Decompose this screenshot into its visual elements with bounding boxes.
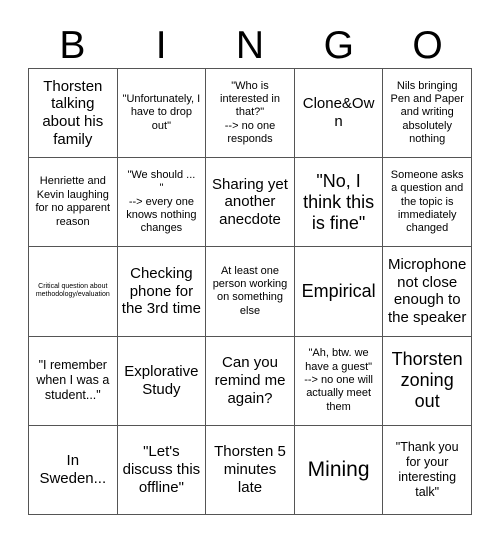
bingo-cell-label: "I remember when I was a student..." [36,358,110,403]
bingo-cell-r2c1[interactable]: Henriette and Kevin laughing for no appa… [29,158,118,248]
bingo-cell-label: "No, I think this is fine" [303,170,375,233]
bingo-cell-r1c1[interactable]: Thorsten talking about his family [29,69,118,159]
bingo-cell-r5c5[interactable]: "Thank you for your interesting talk" [383,425,472,515]
bingo-grid: Thorsten talking about his family "Unfort… [28,68,472,515]
bingo-cell-label: Explorative Study [124,363,199,398]
bingo-cell-r5c3[interactable]: Thorsten 5 minutes late [206,425,295,515]
bingo-cell-r2c3[interactable]: Sharing yet another anecdote [206,158,295,248]
bingo-cell-r1c5[interactable]: Nils bringing Pen and Paper and writing … [383,69,472,159]
bingo-cell-label: "Unfortunately, I have to drop out" [122,92,201,132]
bingo-cell-r4c3[interactable]: Can you remind me again? [206,336,295,426]
bingo-cell-label: In Sweden... [39,452,107,487]
bingo-cell-r5c4[interactable]: Mining [294,425,384,515]
bingo-cell-r5c2[interactable]: "Let's discuss this offline" [117,425,207,515]
bingo-card: B I N G O Thorsten talking about his fam… [0,0,500,544]
bingo-cell-label: Thorsten talking about his family [42,77,104,148]
bingo-cell-label: Someone asks a question and the topic is… [390,168,464,235]
bingo-cell-label: Checking phone for the 3rd time [121,264,201,318]
bingo-letter-n: N [235,23,265,67]
bingo-cell-r5c1[interactable]: In Sweden... [29,425,118,515]
bingo-cell-label: "Let's discuss this offline" [122,443,201,496]
bingo-cell-r1c2[interactable]: "Unfortunately, I have to drop out" [117,69,207,159]
bingo-header: B I N G O [28,22,472,68]
bingo-cell-r4c5[interactable]: Thorsten zoning out [383,336,472,426]
bingo-cell-label: Clone&Own [302,95,375,131]
bingo-cell-r3c3[interactable]: At least one person working on something… [206,247,295,337]
bingo-cell-label: Thorsten zoning out [391,349,463,412]
bingo-letter-o: O [412,23,443,67]
bingo-cell-label: "Who is interested in that?" --> no one … [220,79,280,146]
bingo-cell-r3c5[interactable]: Microphone not close enough to the speak… [383,247,472,337]
bingo-cell-r3c1[interactable]: Critical question about methodology/eval… [29,247,118,337]
bingo-cell-r4c4[interactable]: "Ah, btw. we have a guest" --> no one wi… [294,336,384,426]
bingo-cell-label: Can you remind me again? [214,354,286,407]
bingo-cell-label: Sharing yet another anecdote [212,175,288,229]
bingo-cell-label: Microphone not close enough to the speak… [387,256,467,327]
bingo-cell-r1c4[interactable]: Clone&Own [294,69,384,159]
bingo-cell-label: At least one person working on something… [212,264,288,317]
bingo-letter-i: I [155,23,167,67]
bingo-cell-r4c2[interactable]: Explorative Study [117,336,207,426]
bingo-letter-g: G [323,23,354,67]
bingo-cell-r2c2[interactable]: "We should ... " --> every one knows not… [117,158,207,248]
bingo-cell-r3c2[interactable]: Checking phone for the 3rd time [117,247,207,337]
bingo-cell-r2c4[interactable]: "No, I think this is fine" [294,158,384,248]
bingo-cell-label: Nils bringing Pen and Paper and writing … [390,79,464,146]
bingo-cell-r1c3[interactable]: "Who is interested in that?" --> no one … [206,69,295,159]
bingo-cell-r3c4[interactable]: Empirical [294,247,384,337]
bingo-cell-label: Mining [307,457,370,481]
bingo-cell-label: "Ah, btw. we have a guest" --> no one wi… [304,347,373,413]
bingo-cell-label: "Thank you for your interesting talk" [395,439,459,499]
bingo-cell-r4c1[interactable]: "I remember when I was a student..." [29,336,118,426]
bingo-cell-r2c5[interactable]: Someone asks a question and the topic is… [383,158,472,248]
bingo-cell-label: Critical question about methodology/eval… [35,282,110,299]
bingo-letter-b: B [59,23,86,67]
bingo-cell-label: Thorsten 5 minutes late [214,443,286,496]
bingo-cell-label: Empirical [301,281,376,302]
bingo-cell-label: Henriette and Kevin laughing for no appa… [35,175,111,228]
bingo-cell-label: "We should ... " --> every one knows not… [126,168,197,235]
